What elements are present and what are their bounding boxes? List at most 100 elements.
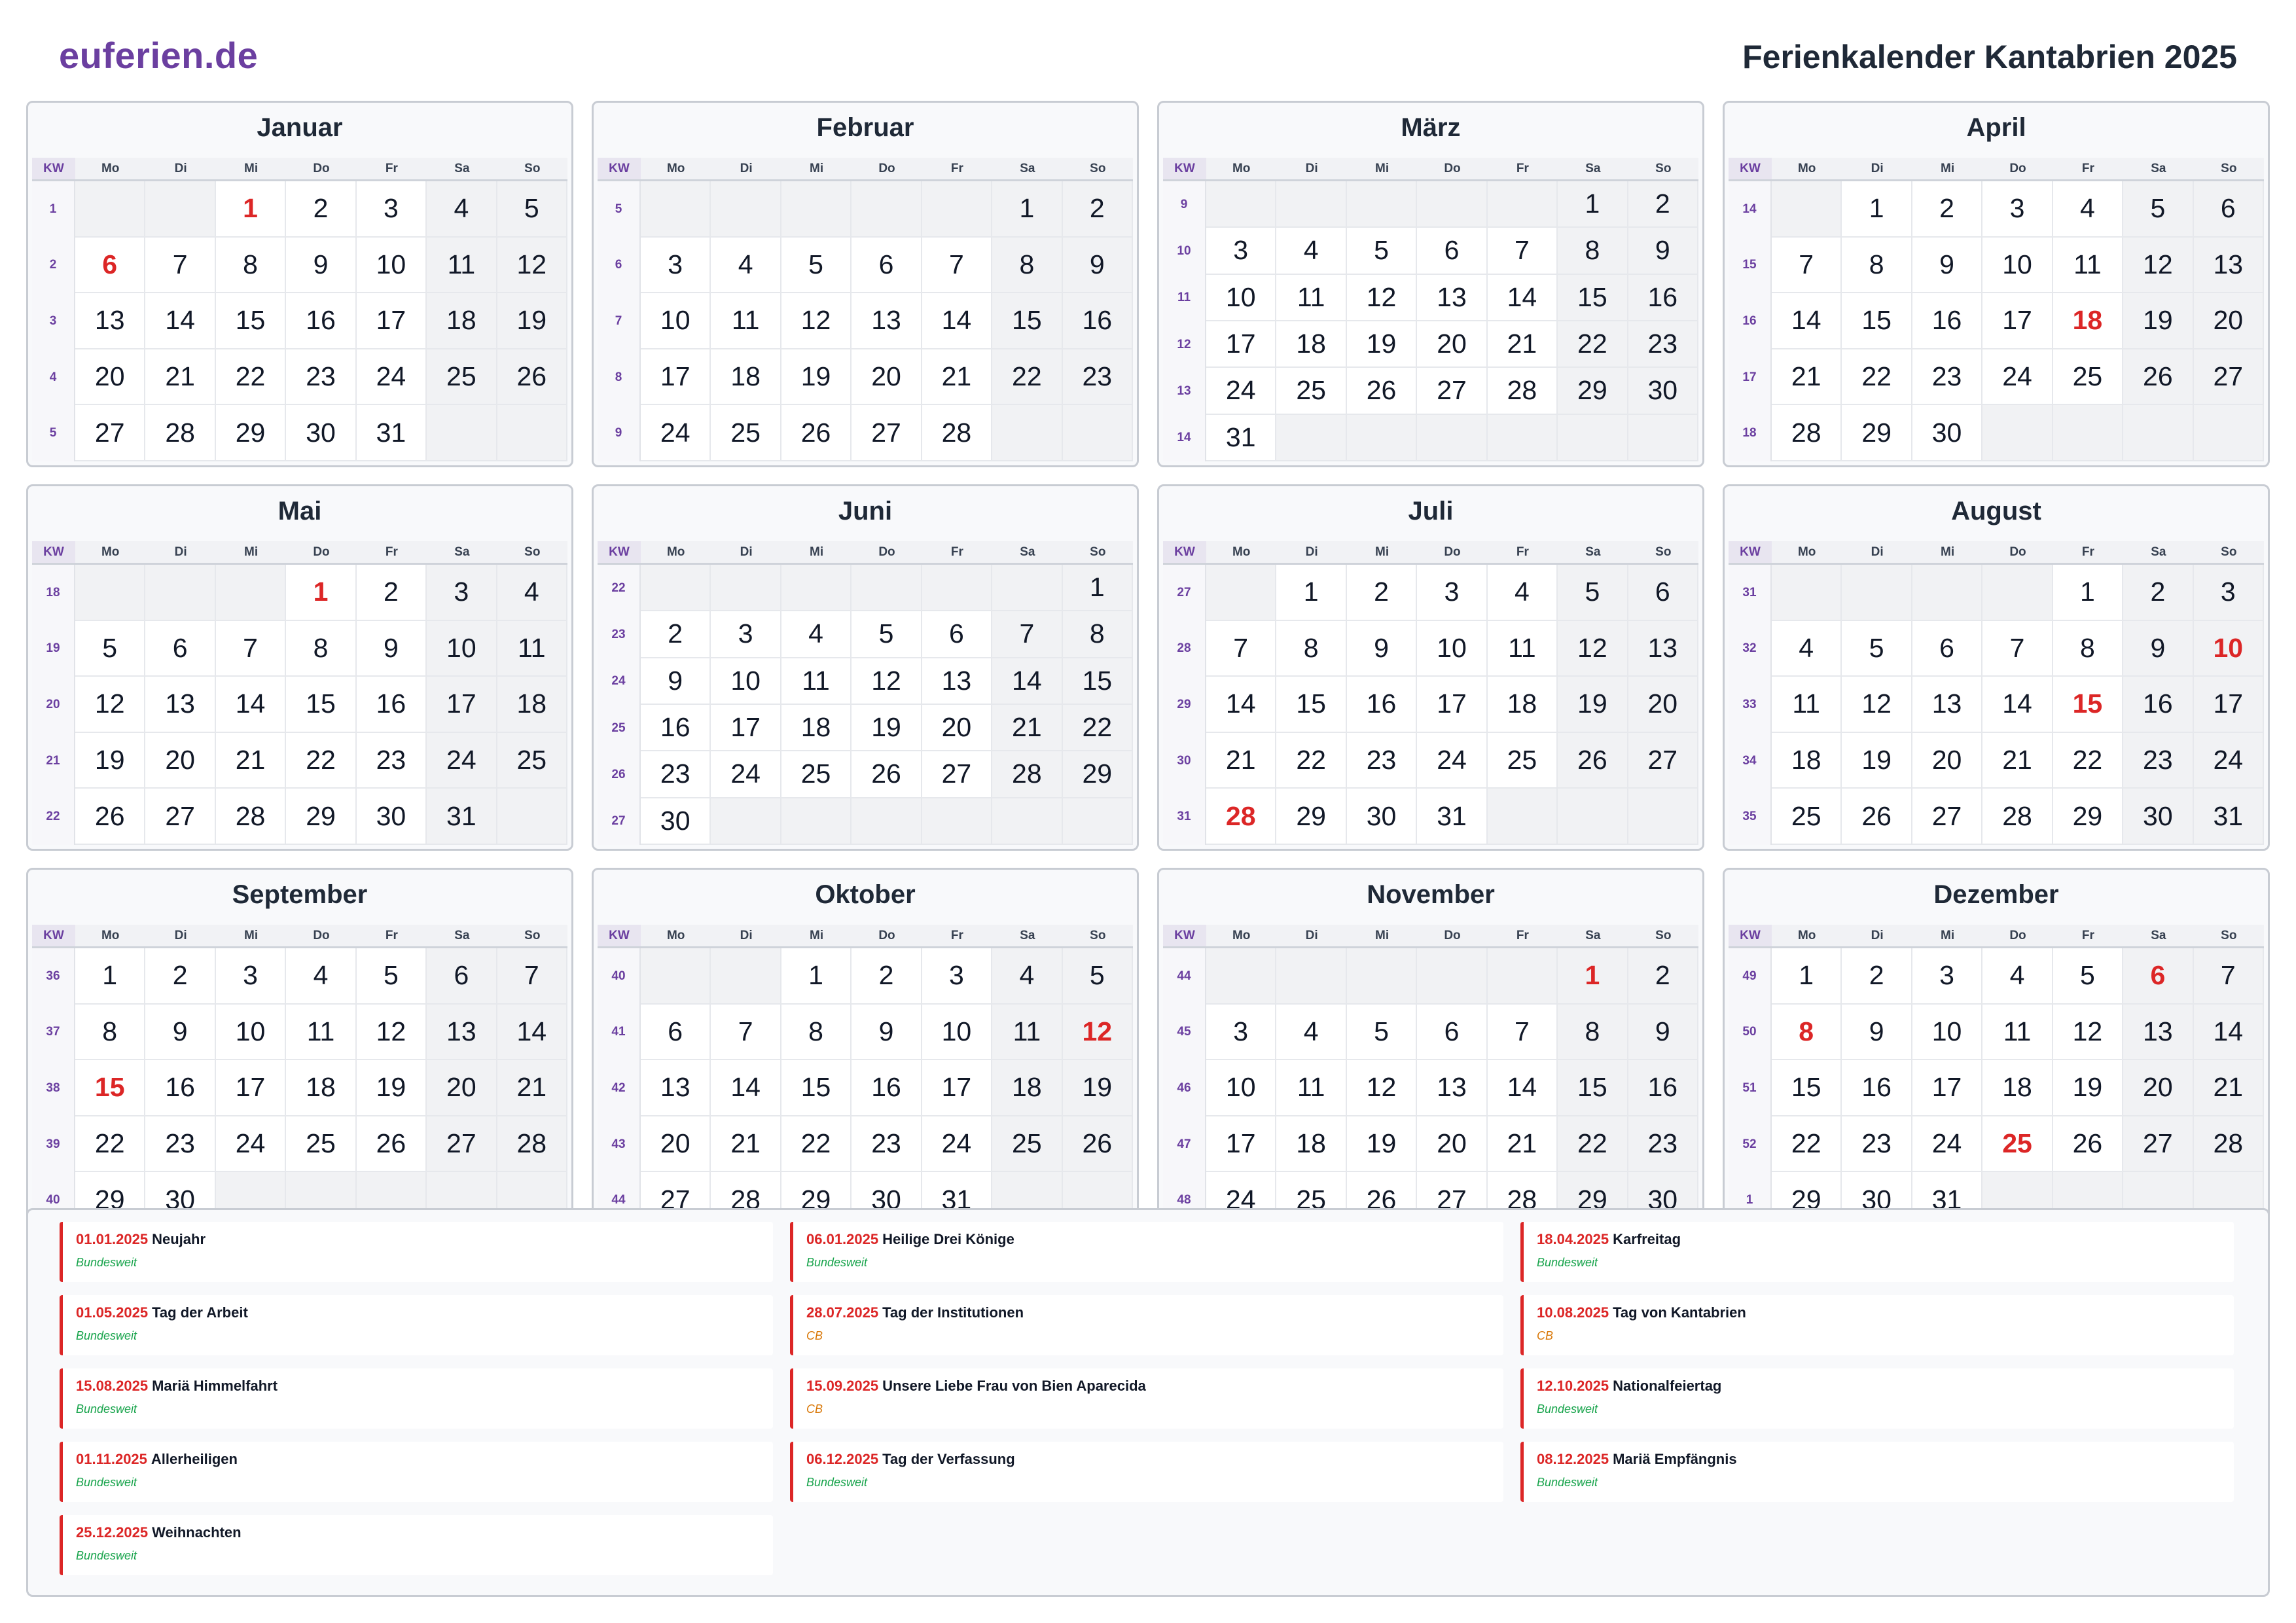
week-number: 17: [1729, 349, 1772, 406]
day-cell: 13: [922, 658, 993, 705]
day-cell: 24: [711, 751, 781, 798]
month-september: September KW Mo Di Mi Do Fr Sa So 36 1 2 3 4 5 6 7 37 8 9 10…: [26, 868, 573, 1234]
week-number: 37: [32, 1004, 75, 1061]
day-cell: 2: [1912, 181, 1983, 238]
day-cell: 5: [1346, 228, 1418, 275]
empty-day-cell: [1772, 181, 1842, 238]
day-cell: 5: [2123, 181, 2194, 238]
day-cell: 2: [852, 948, 922, 1005]
day-cell: 18: [992, 1060, 1063, 1116]
day-cell: 24: [1912, 1116, 1983, 1173]
day-cell: 12: [781, 293, 852, 349]
day-cell: 13: [1417, 1060, 1488, 1116]
weekday-header: Mo: [641, 925, 711, 948]
week-number: 19: [32, 620, 75, 677]
weekday-header: Di: [1842, 158, 1912, 181]
weekday-header: Di: [1842, 541, 1912, 565]
weekday-header: So: [1628, 541, 1698, 565]
empty-day-cell: [1982, 565, 2053, 621]
empty-day-cell: [1276, 948, 1347, 1005]
day-cell: 22: [1276, 732, 1347, 789]
day-cell: 3: [215, 948, 287, 1005]
week-number-header: KW: [32, 158, 75, 181]
weekday-header: Do: [852, 925, 922, 948]
weekday-header: Sa: [427, 925, 497, 948]
week-number: 51: [1729, 1060, 1772, 1116]
weekday-header: Fr: [2053, 925, 2124, 948]
week-number: 13: [1163, 368, 1206, 415]
holiday-day-cell: 18: [2053, 293, 2124, 349]
weekday-header: So: [1628, 158, 1698, 181]
day-cell: 8: [286, 620, 357, 677]
weekday-header: Di: [711, 925, 781, 948]
day-cell: 3: [1206, 228, 1277, 275]
day-cell: 7: [1487, 228, 1558, 275]
day-cell: 25: [427, 349, 497, 406]
holiday-date: 18.04.2025: [1537, 1231, 1609, 1247]
weekday-header: Mi: [781, 925, 852, 948]
empty-day-cell: [1276, 414, 1347, 461]
week-number: 45: [1163, 1004, 1206, 1061]
holiday-day-cell: 10: [2193, 620, 2264, 677]
week-number: 43: [598, 1116, 641, 1173]
weekday-header: So: [497, 541, 567, 565]
day-cell: 21: [215, 732, 287, 789]
empty-day-cell: [1487, 789, 1558, 845]
day-cell: 23: [852, 1116, 922, 1173]
week-number: 24: [598, 658, 641, 705]
week-number: 5: [598, 181, 641, 238]
week-number-header: KW: [598, 158, 641, 181]
day-cell: 23: [1346, 732, 1418, 789]
day-cell: 9: [641, 658, 711, 705]
day-cell: 17: [641, 349, 711, 406]
holiday-day-cell: 1: [215, 181, 287, 238]
day-cell: 21: [1982, 732, 2053, 789]
day-cell: 8: [781, 1004, 852, 1061]
day-cell: 22: [992, 349, 1063, 406]
day-cell: 14: [1982, 677, 2053, 733]
holiday-title: 15.08.2025 Mariä Himmelfahrt: [76, 1378, 773, 1395]
weekday-header: Sa: [1558, 158, 1628, 181]
weekday-header: Sa: [2123, 541, 2194, 565]
holiday-item: 15.09.2025 Unsere Liebe Frau von Bien Apa…: [790, 1368, 1503, 1429]
day-cell: 23: [1912, 349, 1983, 406]
empty-day-cell: [1982, 405, 2053, 461]
site-logo[interactable]: euferien.de: [59, 34, 258, 77]
day-cell: 5: [75, 620, 146, 677]
day-cell: 14: [922, 293, 993, 349]
week-number: 39: [32, 1116, 75, 1173]
day-cell: 23: [1062, 349, 1133, 406]
day-cell: 12: [2123, 237, 2194, 294]
day-cell: 16: [1628, 274, 1698, 321]
day-cell: 23: [641, 751, 711, 798]
holiday-item: 01.11.2025 Allerheiligen Bundesweit: [60, 1442, 773, 1502]
day-cell: 27: [1912, 789, 1983, 845]
holiday-date: 28.07.2025: [806, 1304, 879, 1321]
day-cell: 14: [711, 1060, 781, 1116]
week-number: 27: [1163, 565, 1206, 621]
week-number: 18: [1729, 405, 1772, 461]
day-cell: 23: [145, 1116, 216, 1173]
empty-day-cell: [1912, 565, 1983, 621]
day-cell: 18: [1487, 677, 1558, 733]
month-title: September: [232, 880, 368, 909]
day-cell: 30: [641, 798, 711, 845]
day-cell: 7: [992, 611, 1063, 658]
holiday-name: Tag von Kantabrien: [1613, 1304, 1746, 1321]
holiday-region: CB: [1537, 1329, 1554, 1342]
week-number: 46: [1163, 1060, 1206, 1116]
weekday-header: Sa: [427, 541, 497, 565]
day-cell: 27: [2123, 1116, 2194, 1173]
day-cell: 11: [427, 237, 497, 294]
weekday-header: Sa: [992, 925, 1063, 948]
day-cell: 28: [215, 789, 287, 845]
day-cell: 9: [356, 620, 427, 677]
week-number: 7: [598, 293, 641, 349]
holiday-name: Mariä Himmelfahrt: [152, 1378, 278, 1394]
day-cell: 17: [1206, 1116, 1277, 1173]
day-cell: 9: [1062, 237, 1133, 294]
day-cell: 1: [1276, 565, 1347, 621]
weekday-header: Mi: [1346, 541, 1418, 565]
day-cell: 15: [781, 1060, 852, 1116]
week-number: 35: [1729, 789, 1772, 845]
